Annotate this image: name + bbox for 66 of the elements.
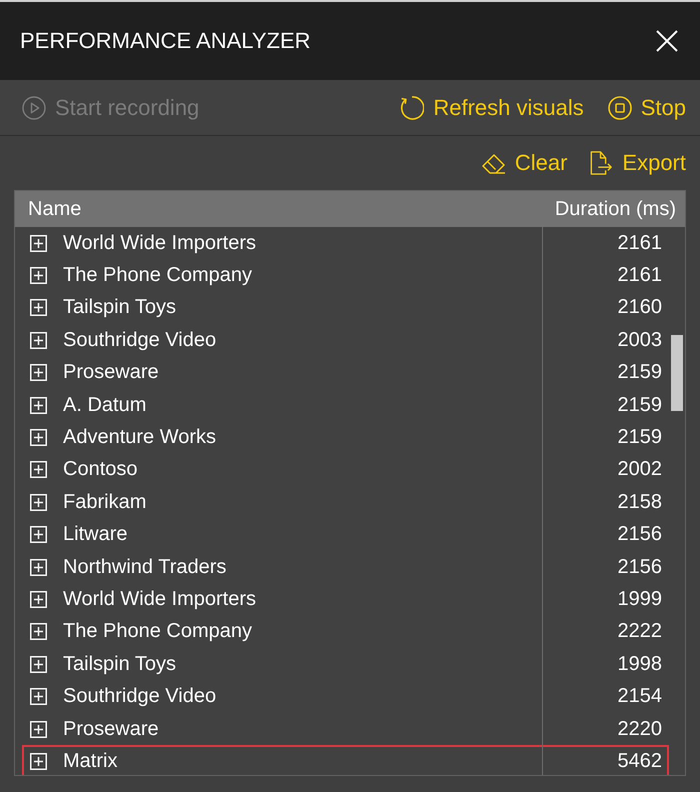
toolbar-button[interactable]: Export bbox=[589, 150, 686, 176]
expand-icon[interactable] bbox=[30, 590, 47, 608]
item-name: The Phone Company bbox=[63, 620, 252, 644]
item-name: Contoso bbox=[63, 458, 138, 482]
document-export-icon bbox=[589, 151, 614, 175]
item-name: World Wide Importers bbox=[63, 588, 256, 611]
item-name: The Phone Company bbox=[63, 264, 252, 288]
item-name: Fabrikam bbox=[63, 490, 146, 514]
item-name: Litware bbox=[63, 523, 128, 546]
column-header[interactable]: Duration (ms) bbox=[554, 198, 676, 220]
expand-icon[interactable] bbox=[30, 299, 47, 316]
item-name: Proseware bbox=[63, 718, 159, 741]
column-header[interactable]: Name bbox=[28, 198, 82, 220]
play-icon bbox=[22, 96, 46, 120]
duration-cell: 2161 bbox=[542, 259, 669, 292]
expand-icon[interactable] bbox=[30, 429, 47, 446]
duration-cell: 1998 bbox=[542, 648, 669, 680]
item-name: A. Datum bbox=[63, 394, 146, 417]
expand-icon[interactable] bbox=[30, 688, 47, 706]
item-name: Proseware bbox=[63, 361, 159, 384]
duration-cell: 5462 bbox=[542, 745, 669, 775]
duration-cell: 2220 bbox=[542, 712, 669, 746]
highlighted-row[interactable]: Matrix 5462 bbox=[22, 745, 669, 775]
duration-cell: 2161 bbox=[542, 227, 669, 260]
duration-cell: 2156 bbox=[542, 550, 669, 584]
item-name: Matrix bbox=[63, 750, 118, 773]
expand-icon[interactable] bbox=[30, 720, 47, 738]
refresh-icon bbox=[400, 96, 424, 120]
expand-icon[interactable] bbox=[30, 494, 47, 511]
expand-icon[interactable] bbox=[30, 623, 47, 640]
expand-icon[interactable] bbox=[30, 752, 47, 770]
duration-cell: 2159 bbox=[542, 421, 669, 454]
expand-icon[interactable] bbox=[30, 364, 47, 382]
expand-icon[interactable] bbox=[30, 526, 47, 544]
duration-cell: 2156 bbox=[542, 518, 669, 551]
item-name: Tailspin Toys bbox=[63, 652, 176, 676]
item-name: World Wide Importers bbox=[63, 232, 256, 255]
toolbar-button[interactable]: Refresh visuals bbox=[400, 94, 584, 120]
expand-icon[interactable] bbox=[30, 558, 47, 576]
expand-icon[interactable] bbox=[30, 267, 47, 284]
duration-cell: 1999 bbox=[542, 583, 669, 616]
close-button[interactable] bbox=[656, 30, 678, 52]
item-name: Southridge Video bbox=[63, 328, 216, 352]
item-name: Adventure Works bbox=[63, 426, 216, 450]
expand-icon[interactable] bbox=[30, 396, 47, 414]
duration-cell: 2222 bbox=[542, 616, 669, 648]
expand-icon[interactable] bbox=[30, 234, 47, 252]
toolbar-button[interactable]: Stop bbox=[608, 94, 686, 120]
duration-cell: 2002 bbox=[542, 454, 669, 486]
duration-cell: 2158 bbox=[542, 486, 669, 519]
duration-cell: 2003 bbox=[542, 324, 669, 357]
item-name: Tailspin Toys bbox=[63, 296, 176, 320]
expand-icon[interactable] bbox=[30, 332, 47, 349]
duration-cell: 2159 bbox=[542, 356, 669, 389]
toolbar-button[interactable]: Clear bbox=[482, 150, 568, 176]
window-title: PERFORMANCE ANALYZER bbox=[20, 28, 311, 54]
duration-cell: 2154 bbox=[542, 680, 669, 713]
expand-icon[interactable] bbox=[30, 656, 47, 673]
item-name: Southridge Video bbox=[63, 685, 216, 708]
close-icon bbox=[656, 30, 678, 52]
expand-icon[interactable] bbox=[30, 461, 47, 478]
duration-cell: 2160 bbox=[542, 292, 669, 324]
scrollbar-thumb[interactable] bbox=[671, 335, 683, 411]
duration-cell: 2159 bbox=[542, 388, 669, 422]
item-name: Northwind Traders bbox=[63, 556, 226, 579]
stop-icon bbox=[608, 96, 632, 120]
